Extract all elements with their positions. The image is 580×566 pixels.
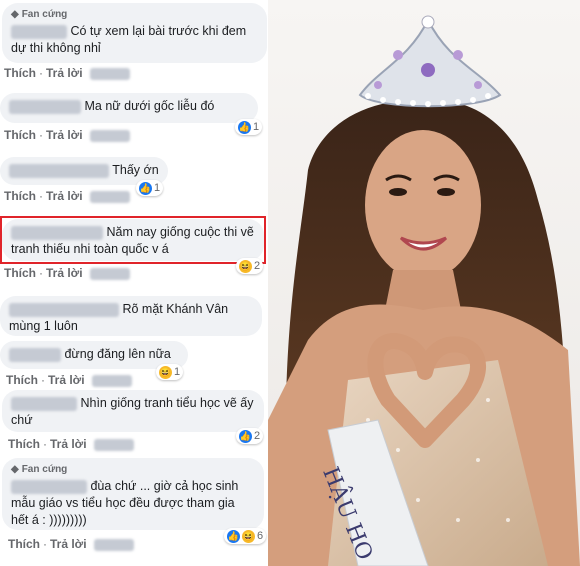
reaction-summary[interactable]: 👍 2 [236,428,264,444]
comment-actions: Thích · Trả lời [4,128,130,142]
blurred-name [9,99,81,114]
blurred-time [89,190,130,203]
reaction-summary[interactable]: 👍 1 [235,119,263,135]
blurred-time [89,129,130,142]
reply-link[interactable]: Trả lời [50,437,87,451]
comment-actions: Thích · Trả lời [4,266,130,280]
like-icon: 👍 [227,529,240,543]
like-icon: 👍 [139,181,152,195]
blurred-time [91,374,132,387]
haha-icon: 😆 [242,529,255,543]
comment-panel: ◆ Fan cứng Có tự xem lại bài trước khi đ… [0,0,268,566]
reaction-summary[interactable]: 👍 😆 6 [224,528,267,544]
beauty-queen-photo: HẬU HO [268,0,580,566]
blurred-name [11,479,87,494]
reaction-summary[interactable]: 😆 2 [236,258,264,274]
like-icon: 👍 [239,429,252,443]
comment-actions: Thích · Trả lời [6,373,132,387]
diamond-icon: ◆ [11,9,19,20]
like-link[interactable]: Thích [8,437,40,451]
blurred-time [93,438,134,451]
blurred-time [89,267,130,280]
blurred-time [89,67,130,80]
comment-actions: Thích · Trả lời [4,66,130,80]
blurred-time [93,538,134,551]
like-icon: 👍 [238,120,251,134]
blurred-name [11,24,67,39]
comment-actions: Thích · Trả lời [4,189,130,203]
like-link[interactable]: Thích [4,266,36,280]
fan-badge: ◆ Fan cứng [11,8,258,21]
comment-text: Thấy ớn [112,163,159,177]
like-link[interactable]: Thích [8,537,40,551]
comment-bubble: Rõ mặt Khánh Vân mùng 1 luôn [0,296,262,336]
comment-actions: Thích · Trả lời [8,537,134,551]
blurred-name [11,396,77,411]
diamond-icon: ◆ [11,464,19,475]
blurred-name [9,163,109,178]
blurred-name [9,347,61,362]
reply-link[interactable]: Trả lời [46,66,83,80]
reaction-summary[interactable]: 👍 1 [136,180,164,196]
blurred-name [9,302,119,317]
comment-bubble: Ma nữ dưới gốc liễu đó [0,93,258,123]
comment-bubble: ◆ Fan cứng Có tự xem lại bài trước khi đ… [2,3,267,63]
comment-text: Ma nữ dưới gốc liễu đó [84,99,215,113]
reply-link[interactable]: Trả lời [48,373,85,387]
fan-badge: ◆ Fan cứng [11,463,255,476]
reply-link[interactable]: Trả lời [50,537,87,551]
comment-actions: Thích · Trả lời [8,437,134,451]
comment-bubble: Nhìn giống tranh tiểu học vẽ ấy chứ [2,390,264,432]
highlight-box [0,216,266,264]
haha-icon: 😆 [159,365,172,379]
photo-illustration: HẬU HO [268,0,580,566]
reply-link[interactable]: Trả lời [46,189,83,203]
comment-bubble: ◆ Fan cứng đùa chứ ... giờ cả học sinh m… [2,458,264,530]
like-link[interactable]: Thích [4,128,36,142]
reaction-summary[interactable]: 😆 1 [156,364,184,380]
like-link[interactable]: Thích [4,189,36,203]
comment-text: đừng đăng lên nữa [64,347,171,361]
like-link[interactable]: Thích [4,66,36,80]
reply-link[interactable]: Trả lời [46,128,83,142]
haha-icon: 😆 [239,259,252,273]
like-link[interactable]: Thích [6,373,38,387]
reply-link[interactable]: Trả lời [46,266,83,280]
